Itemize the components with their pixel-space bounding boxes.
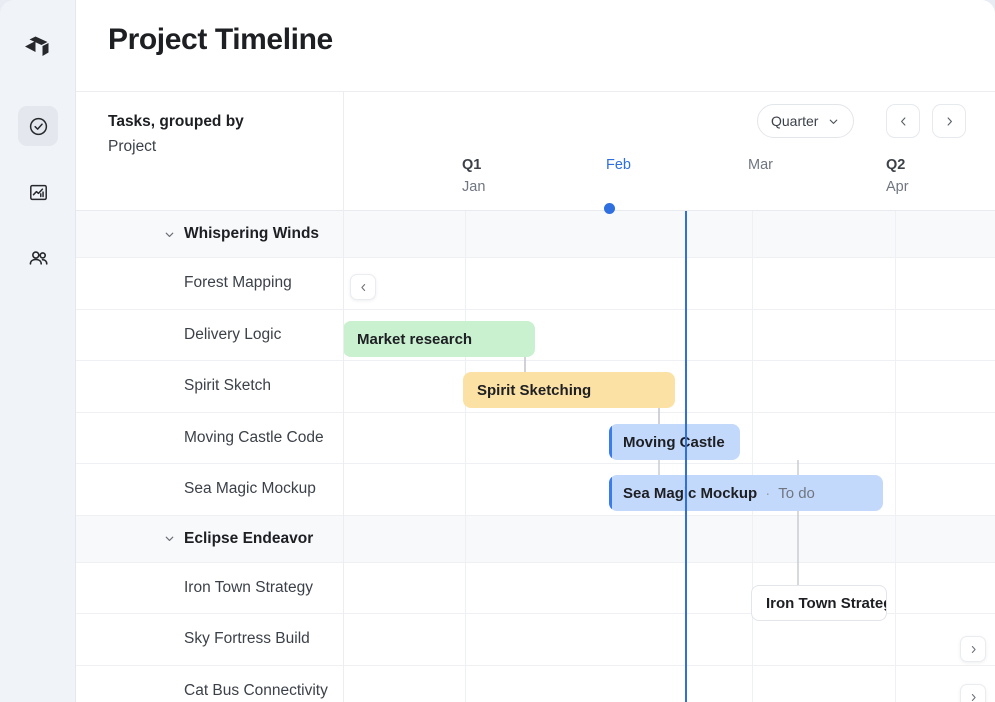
today-marker-dot: [604, 203, 615, 214]
chart-icon: [28, 182, 49, 203]
task-row-label: Moving Castle Code: [184, 429, 324, 447]
gantt-bar-label: Spirit Sketching: [477, 382, 591, 399]
toolbar-divider: [343, 92, 344, 211]
gantt-bar[interactable]: Moving Castle: [609, 424, 740, 460]
sidebar-item-team[interactable]: [18, 238, 58, 278]
chevron-down-icon[interactable]: [162, 532, 176, 546]
scale-cell-apr: Q2Apr: [886, 154, 909, 198]
task-row-label: Spirit Sketch: [184, 377, 271, 395]
task-row[interactable]: Cat Bus Connectivity: [76, 666, 995, 702]
cube-logo-icon[interactable]: [20, 30, 54, 64]
scale-quarter-label: Q1: [462, 154, 485, 176]
gantt-bar-status: To do: [778, 485, 815, 502]
app-window: Project Timeline Tasks, grouped by Proje…: [0, 0, 995, 702]
task-row[interactable]: Delivery Logic: [76, 310, 995, 362]
gantt-bar[interactable]: Sea Magic Mockup · To do: [609, 475, 883, 511]
range-select-label: Quarter: [771, 113, 818, 129]
group-by-label: Tasks, grouped by Project: [108, 110, 348, 160]
scale-cell-jan: Q1Jan: [462, 154, 485, 198]
scroll-right-button-1[interactable]: [960, 636, 986, 662]
group-by-title: Tasks, grouped by: [108, 110, 348, 134]
task-row-label: Sea Magic Mockup: [184, 480, 316, 498]
scale-month-label: Apr: [886, 176, 909, 198]
group-row-label: Whispering Winds: [184, 225, 319, 243]
group-row-label: Eclipse Endeavor: [184, 530, 313, 548]
next-period-button[interactable]: [932, 104, 966, 138]
grid-line: [465, 211, 466, 702]
scale-cell-mar: Mar: [748, 154, 773, 176]
task-row-label: Cat Bus Connectivity: [184, 682, 328, 700]
scale-month-label: Jan: [462, 176, 485, 198]
sidebar-item-tasks[interactable]: [18, 106, 58, 146]
chevron-right-icon: [943, 115, 956, 128]
grid-line: [895, 211, 896, 702]
group-by-value: Project: [108, 134, 348, 160]
gantt-bar[interactable]: Spirit Sketching: [463, 372, 675, 408]
check-circle-icon: [28, 116, 49, 137]
scale-month-label: Feb: [606, 154, 631, 176]
group-row[interactable]: Whispering Winds: [76, 211, 995, 258]
chevron-left-icon: [358, 282, 369, 293]
scale-cell-feb: Feb: [606, 154, 631, 176]
main-panel: Project Timeline Tasks, grouped by Proje…: [76, 0, 995, 702]
timeline-toolbar: Tasks, grouped by Project Quarter: [76, 92, 995, 211]
scale-month-label: Mar: [748, 154, 773, 176]
chevron-left-icon: [897, 115, 910, 128]
gantt-bar-label: Market research: [357, 331, 472, 348]
name-column-divider: [343, 211, 344, 702]
chevron-down-icon: [827, 115, 840, 128]
page-title: Project Timeline: [108, 23, 333, 57]
sidebar-rail: [0, 0, 76, 702]
task-row-label: Forest Mapping: [184, 274, 292, 292]
scroll-left-button[interactable]: [350, 274, 376, 300]
gantt-bar[interactable]: Market research: [343, 321, 535, 357]
chevron-right-icon: [968, 644, 979, 655]
people-icon: [27, 247, 50, 270]
gantt-bar-label: Moving Castle: [623, 434, 725, 451]
gantt-bar[interactable]: Iron Town Strategy: [751, 585, 887, 621]
today-marker-line: [685, 211, 687, 702]
timeline-body: Whispering Winds Forest Mapping Delivery L…: [76, 211, 995, 702]
chevron-down-icon[interactable]: [162, 227, 176, 241]
task-row-label: Sky Fortress Build: [184, 630, 310, 648]
gantt-bar-label: Sea Magic Mockup: [623, 485, 757, 502]
gantt-bar-separator: ·: [765, 485, 770, 502]
scroll-right-button-2[interactable]: [960, 684, 986, 702]
chevron-right-icon: [968, 692, 979, 702]
scale-quarter-label: Q2: [886, 154, 909, 176]
prev-period-button[interactable]: [886, 104, 920, 138]
grid-line: [752, 211, 753, 702]
gantt-bar-label: Iron Town Strategy: [766, 595, 887, 612]
task-row-label: Iron Town Strategy: [184, 579, 313, 597]
page-header: Project Timeline: [76, 0, 995, 92]
task-row[interactable]: Sky Fortress Build: [76, 614, 995, 666]
task-row[interactable]: Forest Mapping: [76, 258, 995, 310]
sidebar-item-reports[interactable]: [18, 172, 58, 212]
range-select[interactable]: Quarter: [757, 104, 854, 138]
task-row[interactable]: Moving Castle Code: [76, 413, 995, 465]
group-row[interactable]: Eclipse Endeavor: [76, 516, 995, 563]
task-row-label: Delivery Logic: [184, 326, 281, 344]
